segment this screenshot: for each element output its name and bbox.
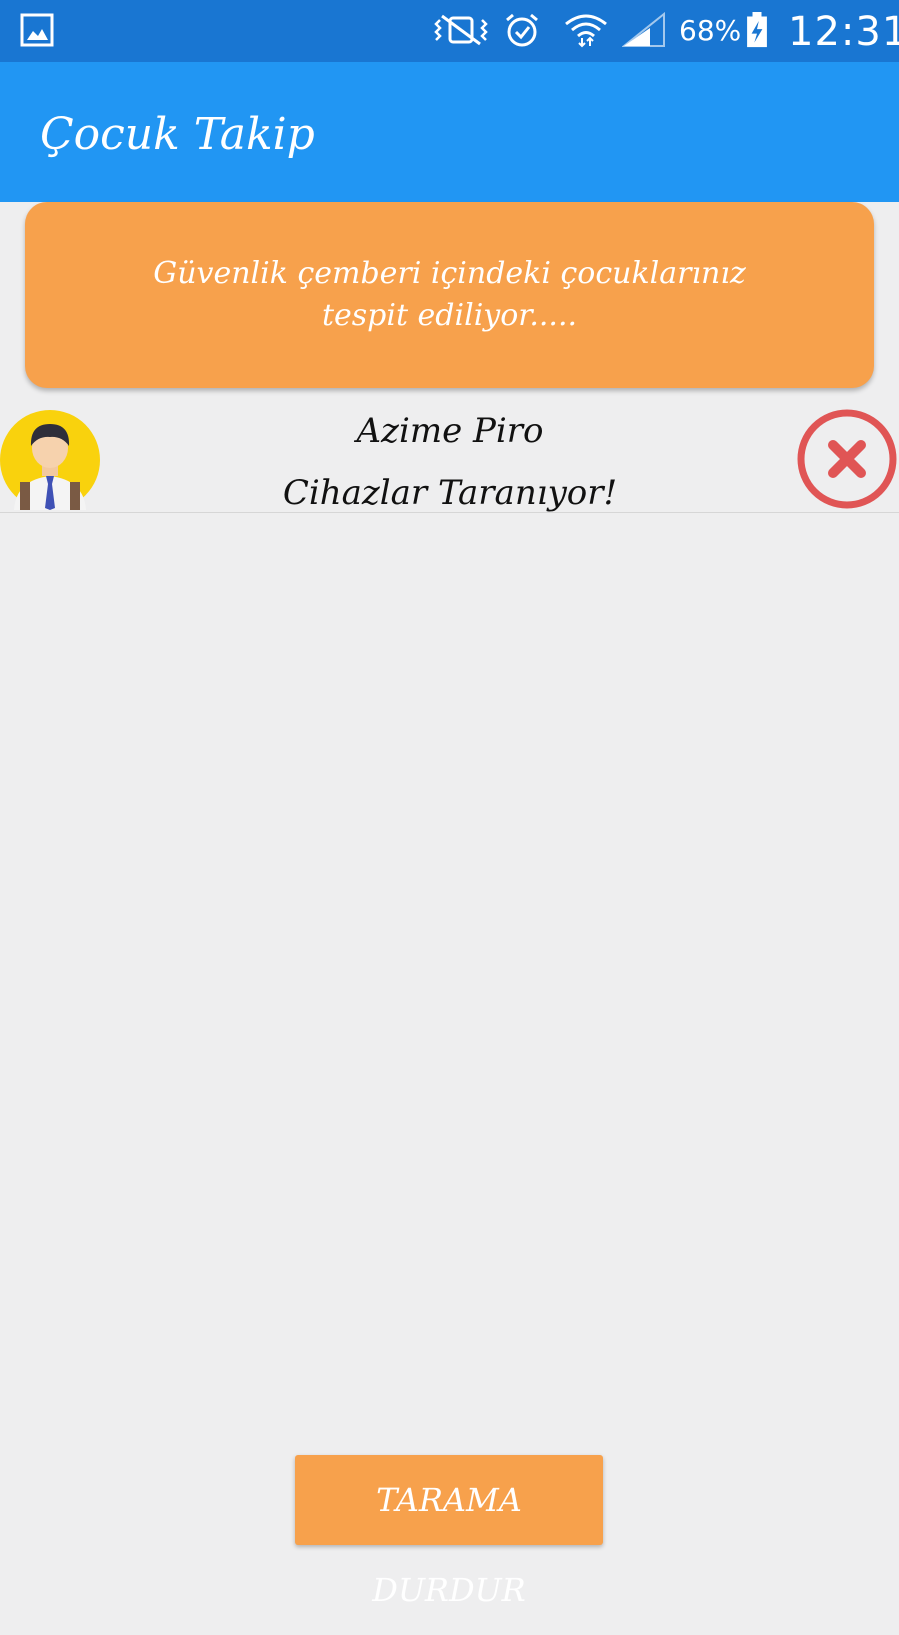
- page-title: Çocuk Takip: [40, 109, 315, 160]
- wifi-icon: [565, 14, 607, 48]
- gallery-icon: [20, 13, 54, 47]
- scanning-info-text: Güvenlik çemberi içindeki çocuklarınız t…: [153, 256, 746, 333]
- stop-scan-button[interactable]: TARAMA DURDUR: [295, 1455, 603, 1609]
- battery-charging-icon: [747, 12, 767, 48]
- remove-child-button[interactable]: [797, 408, 897, 510]
- child-avatar-icon: [0, 410, 100, 510]
- signal-icon: [622, 12, 665, 47]
- child-list-item[interactable]: Azime Piro Cihazlar Taranıyor!: [0, 408, 899, 513]
- alarm-icon: [506, 13, 538, 47]
- status-clock: 12:31: [788, 9, 899, 55]
- battery-percentage: 68%: [679, 14, 742, 47]
- app-bar: Çocuk Takip: [0, 62, 899, 202]
- vibrate-icon: [434, 14, 488, 46]
- child-scan-status: Cihazlar Taranıyor!: [282, 473, 618, 513]
- status-bar: 68% 12:31: [0, 0, 899, 62]
- close-circle-icon: [797, 409, 897, 509]
- child-name: Azime Piro: [356, 411, 544, 451]
- scanning-info-card: Güvenlik çemberi içindeki çocuklarınız t…: [25, 202, 874, 388]
